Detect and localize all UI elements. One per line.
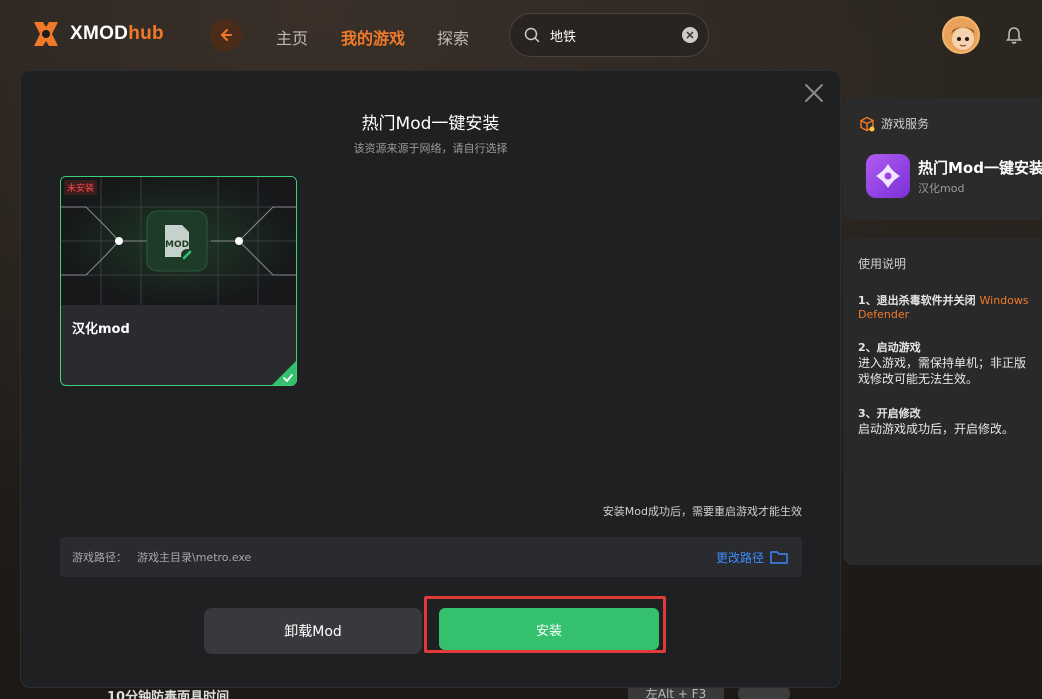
- restart-notice: 安装Mod成功后，需要重启游戏才能生效: [602, 505, 802, 518]
- mod-app-title[interactable]: 热门Mod一键安装: [918, 157, 1042, 178]
- step-2-desc-line2: 戏修改可能无法生效。: [858, 372, 979, 386]
- change-path-button[interactable]: 更改路径: [716, 549, 788, 566]
- search-icon: [524, 27, 540, 43]
- step-2-desc-line1: 进入游戏，需保持单机；非正版: [858, 356, 1027, 370]
- game-path-bar: 游戏路径： 游戏主目录\metro.exe 更改路径: [60, 537, 802, 577]
- step-2: 2、启动游戏: [858, 341, 921, 354]
- mod-card-name: 汉化mod: [72, 322, 130, 337]
- usage-title: 使用说明: [858, 257, 907, 271]
- mod-card-thumbnail: MOD 未安装: [61, 177, 296, 305]
- nav-home[interactable]: 主页: [276, 25, 308, 49]
- close-icon[interactable]: [804, 83, 824, 103]
- circuit-background-icon: MOD: [61, 177, 296, 305]
- logo-text: XMODhub: [70, 23, 164, 44]
- step-3-desc: 启动游戏成功后，开启修改。: [858, 422, 1015, 436]
- game-service-card: 游戏服务 热门Mod一键安装 汉化mod: [843, 98, 1042, 220]
- mod-install-modal: 热门Mod一键安装 该资源来源于网络，请自行选择 MOD 未安装 汉化mod 安…: [20, 70, 841, 688]
- cube-icon: [860, 116, 875, 131]
- uninstall-mod-button[interactable]: 卸载Mod: [204, 608, 422, 654]
- avatar[interactable]: [942, 16, 980, 54]
- step-3: 3、开启修改: [858, 407, 921, 420]
- search-box[interactable]: 地铁: [509, 13, 709, 57]
- game-service-header: 游戏服务: [859, 115, 929, 132]
- not-installed-badge: 未安装: [64, 180, 98, 195]
- nav-my-games[interactable]: 我的游戏: [341, 25, 405, 49]
- mod-card-hanhua[interactable]: MOD 未安装 汉化mod: [60, 176, 297, 386]
- step-1: 1、退出杀毒软件并关闭 Windows: [858, 294, 1029, 307]
- install-button[interactable]: 安装: [439, 608, 659, 650]
- mod-app-subtitle: 汉化mod: [918, 182, 965, 195]
- logo[interactable]: XMODhub: [30, 18, 164, 50]
- back-button[interactable]: [210, 19, 242, 51]
- step-1-orange-text: Defender: [858, 308, 910, 321]
- top-bar: XMODhub 主页 我的游戏 探索 地铁: [0, 0, 1042, 70]
- back-arrow-icon: [220, 29, 232, 41]
- mod-app-icon[interactable]: [866, 154, 910, 198]
- game-path-value: 游戏主目录\metro.exe: [137, 551, 252, 564]
- game-path-label: 游戏路径：: [72, 551, 127, 564]
- svg-text:MOD: MOD: [165, 240, 189, 250]
- clear-search-icon[interactable]: [682, 27, 698, 43]
- search-input[interactable]: 地铁: [550, 26, 682, 45]
- usage-instructions-panel: 使用说明 1、退出杀毒软件并关闭 Windows Defender 2、启动游戏…: [843, 238, 1042, 565]
- folder-icon: [770, 551, 788, 564]
- nav-explore[interactable]: 探索: [437, 25, 469, 49]
- modal-title: 热门Mod一键安装: [361, 114, 500, 134]
- notification-bell-icon[interactable]: [1004, 25, 1024, 45]
- modal-subtitle: 该资源来源于网络，请自行选择: [353, 142, 508, 155]
- xmod-logo-icon: [34, 22, 58, 46]
- selected-check-icon: [272, 361, 296, 385]
